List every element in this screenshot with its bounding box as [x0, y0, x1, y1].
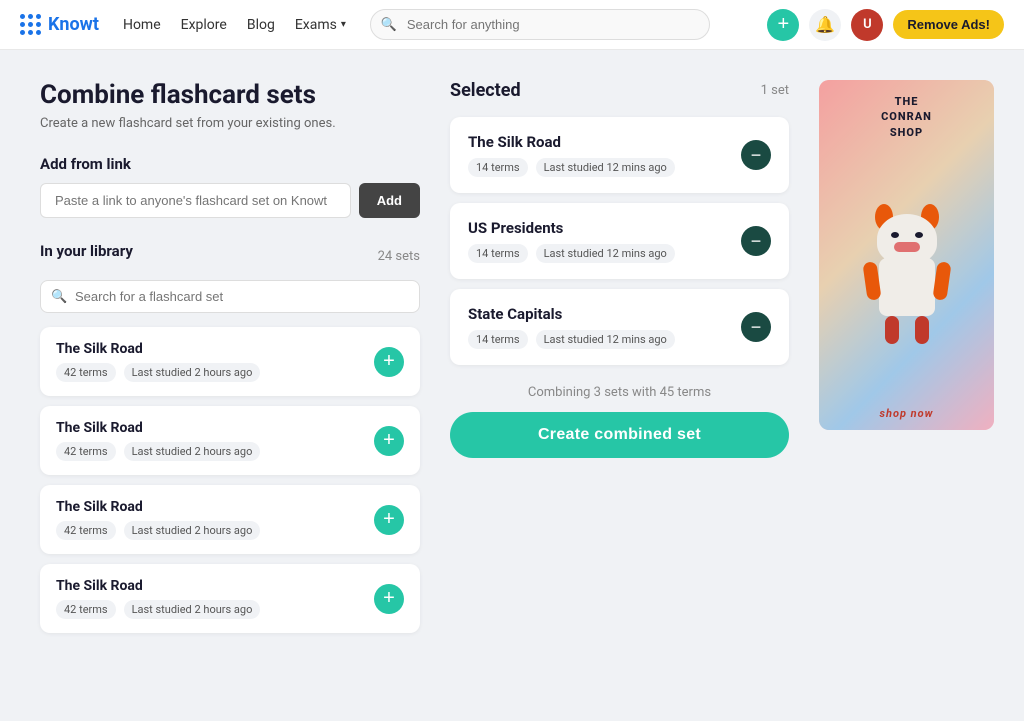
ad-background: THECONRANSHOP	[819, 80, 994, 430]
selected-item-0-info: The Silk Road 14 terms Last studied 12 m…	[468, 133, 741, 177]
selected-item-0-studied: Last studied 12 mins ago	[536, 158, 675, 177]
library-item-1-terms: 42 terms	[56, 442, 116, 461]
remove-ads-button[interactable]: Remove Ads!	[893, 10, 1004, 39]
library-item-0-info: The Silk Road 42 terms Last studied 2 ho…	[56, 341, 374, 382]
selected-item-1-remove-button[interactable]: −	[741, 226, 771, 256]
selected-item-1: US Presidents 14 terms Last studied 12 m…	[450, 203, 789, 279]
library-item-3-terms: 42 terms	[56, 600, 116, 619]
library-item-3-meta: 42 terms Last studied 2 hours ago	[56, 600, 374, 619]
selected-item-0-terms: 14 terms	[468, 158, 528, 177]
nav-link-explore[interactable]: Explore	[181, 17, 227, 33]
ad-title: THECONRANSHOP	[881, 94, 932, 140]
logo-text: Knowt	[48, 14, 99, 35]
selected-item-1-info: US Presidents 14 terms Last studied 12 m…	[468, 219, 741, 263]
library-item-2-studied: Last studied 2 hours ago	[124, 521, 261, 540]
library-search-icon: 🔍	[51, 289, 67, 304]
library-item-1-meta: 42 terms Last studied 2 hours ago	[56, 442, 374, 461]
selected-title: Selected	[450, 80, 521, 101]
library-item-2-info: The Silk Road 42 terms Last studied 2 ho…	[56, 499, 374, 540]
notification-button[interactable]: 🔔	[809, 9, 841, 41]
combine-info: Combining 3 sets with 45 terms	[450, 385, 789, 400]
library-item-3-info: The Silk Road 42 terms Last studied 2 ho…	[56, 578, 374, 619]
nav-search-container: 🔍	[370, 9, 710, 40]
library-search-input[interactable]	[40, 280, 420, 313]
library-count: 24 sets	[378, 249, 420, 264]
logo[interactable]: Knowt	[20, 14, 99, 36]
selected-item-0: The Silk Road 14 terms Last studied 12 m…	[450, 117, 789, 193]
navbar: Knowt Home Explore Blog Exams 🔍 + 🔔 U Re…	[0, 0, 1024, 50]
library-header: In your library 24 sets	[40, 242, 420, 270]
nav-right: + 🔔 U Remove Ads!	[767, 9, 1004, 41]
selected-item-0-title: The Silk Road	[468, 133, 741, 151]
add-button[interactable]: +	[767, 9, 799, 41]
add-link-input[interactable]	[40, 183, 351, 218]
library-item-0-terms: 42 terms	[56, 363, 116, 382]
page-subtitle: Create a new flashcard set from your exi…	[40, 116, 420, 131]
create-combined-set-button[interactable]: Create combined set	[450, 412, 789, 458]
library-search-container: 🔍	[40, 280, 420, 313]
nav-links: Home Explore Blog Exams	[123, 17, 346, 33]
nav-link-exams[interactable]: Exams	[295, 17, 346, 33]
library-item-3: The Silk Road 42 terms Last studied 2 ho…	[40, 564, 420, 633]
library-item-1: The Silk Road 42 terms Last studied 2 ho…	[40, 406, 420, 475]
library-item-2-meta: 42 terms Last studied 2 hours ago	[56, 521, 374, 540]
add-link-row: Add	[40, 183, 420, 218]
library-item-1-add-button[interactable]: +	[374, 426, 404, 456]
selected-item-2-studied: Last studied 12 mins ago	[536, 330, 675, 349]
ad-box[interactable]: THECONRANSHOP	[819, 80, 994, 430]
selected-item-2-remove-button[interactable]: −	[741, 312, 771, 342]
library-item-3-studied: Last studied 2 hours ago	[124, 600, 261, 619]
library-item-2: The Silk Road 42 terms Last studied 2 ho…	[40, 485, 420, 554]
library-item-0-add-button[interactable]: +	[374, 347, 404, 377]
left-panel: Combine flashcard sets Create a new flas…	[40, 80, 420, 643]
selected-item-1-meta: 14 terms Last studied 12 mins ago	[468, 244, 741, 263]
selected-item-1-terms: 14 terms	[468, 244, 528, 263]
library-item-2-add-button[interactable]: +	[374, 505, 404, 535]
selected-item-2-title: State Capitals	[468, 305, 741, 323]
selected-item-2-terms: 14 terms	[468, 330, 528, 349]
library-label: In your library	[40, 242, 133, 260]
selected-header: Selected 1 set	[450, 80, 789, 101]
selected-item-2: State Capitals 14 terms Last studied 12 …	[450, 289, 789, 365]
selected-item-1-title: US Presidents	[468, 219, 741, 237]
avatar[interactable]: U	[851, 9, 883, 41]
search-icon: 🔍	[381, 17, 397, 32]
library-item-3-title: The Silk Road	[56, 578, 374, 594]
library-item-1-studied: Last studied 2 hours ago	[124, 442, 261, 461]
combine-section: Combining 3 sets with 45 terms Create co…	[450, 385, 789, 458]
center-panel: Selected 1 set The Silk Road 14 terms La…	[450, 80, 789, 643]
selected-count: 1 set	[761, 83, 789, 98]
library-item-0-studied: Last studied 2 hours ago	[124, 363, 261, 382]
library-item-0-meta: 42 terms Last studied 2 hours ago	[56, 363, 374, 382]
ad-shop-now: shop now	[879, 407, 933, 420]
add-from-link-label: Add from link	[40, 155, 420, 173]
right-panel: THECONRANSHOP	[819, 80, 994, 643]
library-item-3-add-button[interactable]: +	[374, 584, 404, 614]
logo-dots	[20, 14, 42, 36]
page-title: Combine flashcard sets	[40, 80, 420, 110]
selected-item-2-meta: 14 terms Last studied 12 mins ago	[468, 330, 741, 349]
library-item-1-info: The Silk Road 42 terms Last studied 2 ho…	[56, 420, 374, 461]
main-container: Combine flashcard sets Create a new flas…	[0, 50, 1024, 673]
selected-item-1-studied: Last studied 12 mins ago	[536, 244, 675, 263]
library-item-0: The Silk Road 42 terms Last studied 2 ho…	[40, 327, 420, 396]
library-item-0-title: The Silk Road	[56, 341, 374, 357]
selected-item-2-info: State Capitals 14 terms Last studied 12 …	[468, 305, 741, 349]
selected-item-0-remove-button[interactable]: −	[741, 140, 771, 170]
nav-link-blog[interactable]: Blog	[247, 17, 275, 33]
ad-figure	[847, 194, 967, 354]
search-input[interactable]	[370, 9, 710, 40]
add-link-button[interactable]: Add	[359, 183, 420, 218]
nav-link-home[interactable]: Home	[123, 17, 161, 33]
library-item-2-title: The Silk Road	[56, 499, 374, 515]
selected-item-0-meta: 14 terms Last studied 12 mins ago	[468, 158, 741, 177]
library-item-1-title: The Silk Road	[56, 420, 374, 436]
library-item-2-terms: 42 terms	[56, 521, 116, 540]
